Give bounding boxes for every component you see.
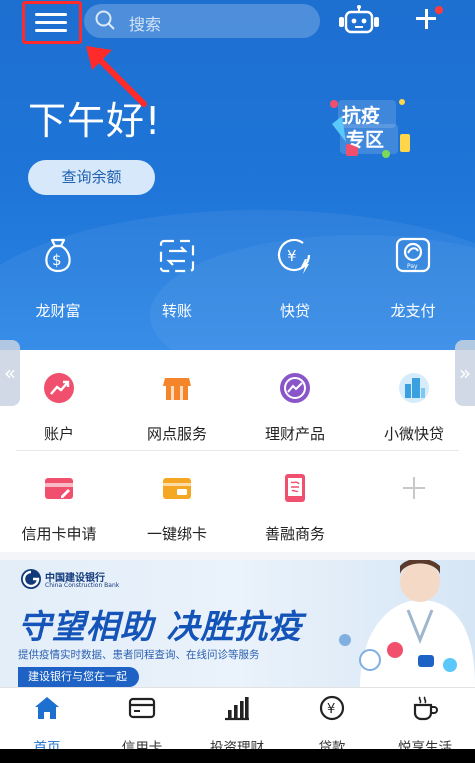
bank-name-english: China Construction Bank bbox=[45, 582, 120, 589]
search-icon bbox=[95, 10, 115, 30]
nav-credit-card[interactable]: 信用卡 bbox=[95, 694, 189, 756]
long-pay-icon: Pay bbox=[395, 237, 431, 273]
home-icon bbox=[35, 697, 59, 719]
coffee-icon bbox=[413, 696, 438, 721]
svg-text:$: $ bbox=[52, 251, 62, 269]
service-add-more[interactable] bbox=[355, 472, 473, 508]
service-label: 账户 bbox=[43, 425, 74, 443]
promo-badge-line1: 抗疫 bbox=[342, 104, 380, 127]
svg-text:Pay: Pay bbox=[407, 263, 418, 270]
quick-action-label: 龙支付 bbox=[390, 302, 436, 320]
system-navigation-bar bbox=[0, 749, 475, 763]
promo-banner[interactable]: 中国建设银行 China Construction Bank 守望相助 决胜抗疫… bbox=[0, 560, 475, 687]
service-branch[interactable]: 网点服务 bbox=[118, 372, 236, 444]
robot-assistant-icon[interactable] bbox=[336, 4, 382, 38]
nav-loan[interactable]: ¥ 贷款 bbox=[285, 694, 379, 756]
check-balance-button[interactable]: 查询余额 bbox=[28, 160, 155, 195]
quick-action-label: 龙财富 bbox=[35, 302, 81, 320]
add-button[interactable] bbox=[412, 4, 443, 34]
banner-slogan: 守望相助 决胜抗疫 bbox=[18, 607, 303, 646]
nav-life[interactable]: 悦享生活 bbox=[378, 694, 472, 756]
ccb-logo-icon bbox=[21, 569, 41, 589]
promo-badge-line2: 专区 bbox=[346, 128, 384, 151]
service-label: 一键绑卡 bbox=[146, 525, 207, 543]
loan-yen-icon: ¥ bbox=[319, 695, 345, 721]
quick-action-long-pay[interactable]: Pay 龙支付 bbox=[373, 235, 453, 321]
svg-text:¥: ¥ bbox=[287, 247, 297, 265]
service-label: 理财产品 bbox=[264, 425, 325, 443]
doctor-illustration bbox=[339, 560, 475, 687]
quick-action-transfer[interactable]: 转账 bbox=[137, 235, 217, 321]
quick-action-label: 转账 bbox=[161, 302, 192, 320]
invest-chart-icon bbox=[225, 697, 249, 721]
service-label: 网点服务 bbox=[146, 425, 207, 443]
credit-card-icon bbox=[128, 697, 156, 719]
search-input[interactable]: 搜索 bbox=[84, 4, 320, 38]
chevron-right-icon: » bbox=[458, 361, 472, 385]
service-label: 信用卡申请 bbox=[21, 525, 97, 543]
service-bind-card[interactable]: 一键绑卡 bbox=[118, 472, 236, 544]
quick-action-quick-loan[interactable]: ¥ 快贷 bbox=[255, 235, 335, 321]
service-shanrong[interactable]: 善融商务 bbox=[236, 472, 354, 544]
wealth-product-icon bbox=[280, 373, 310, 403]
top-bar: 搜索 bbox=[0, 0, 475, 44]
service-label: 小微快贷 bbox=[383, 425, 444, 443]
transfer-icon bbox=[159, 239, 195, 273]
hamburger-icon bbox=[35, 13, 67, 16]
search-placeholder: 搜索 bbox=[129, 15, 162, 34]
svg-text:¥: ¥ bbox=[327, 702, 335, 717]
annotation-arrow-icon bbox=[86, 46, 147, 107]
bind-card-icon bbox=[163, 478, 191, 499]
anti-epidemic-promo-badge[interactable]: 抗疫 专区 bbox=[324, 94, 414, 162]
quick-action-long-wealth[interactable]: $ 龙财富 bbox=[18, 235, 98, 321]
hamburger-icon bbox=[35, 21, 67, 24]
service-grid: 账户 网点服务 理财产品 小微快贷 信用卡申请 一键绑卡 善融商务 bbox=[0, 350, 475, 552]
hero-panel: 搜索 下午好! 查询余额 抗疫 专区 $ 龙财富 转账 ¥ 快贷 Pay 龙支付 bbox=[0, 0, 475, 350]
shanrong-icon bbox=[285, 474, 305, 502]
service-label: 善融商务 bbox=[264, 525, 325, 543]
credit-card-apply-icon bbox=[45, 478, 73, 499]
service-wealth-products[interactable]: 理财产品 bbox=[236, 372, 354, 444]
small-loan-icon bbox=[399, 373, 429, 403]
nav-home[interactable]: 首页 bbox=[0, 694, 94, 756]
banner-subtitle: 提供疫情实时数据、患者同程查询、在线问诊等服务 bbox=[18, 649, 260, 661]
app-screen: 搜索 下午好! 查询余额 抗疫 专区 $ 龙财富 转账 ¥ 快贷 Pay 龙支付… bbox=[0, 0, 475, 763]
money-bag-icon: $ bbox=[45, 238, 71, 273]
branch-icon bbox=[163, 378, 191, 400]
plus-icon bbox=[424, 9, 428, 29]
menu-button[interactable] bbox=[22, 1, 82, 44]
plus-icon bbox=[403, 477, 425, 499]
grid-divider bbox=[16, 450, 459, 451]
quick-action-label: 快贷 bbox=[279, 302, 310, 320]
bottom-navigation: 首页 信用卡 投资理财 ¥ 贷款 悦享生活 bbox=[0, 687, 475, 756]
service-credit-card-apply[interactable]: 信用卡申请 bbox=[0, 472, 118, 544]
notification-dot bbox=[435, 6, 443, 14]
carousel-prev-tab[interactable]: « bbox=[0, 340, 20, 406]
hamburger-icon bbox=[35, 29, 67, 32]
carousel-next-tab[interactable]: » bbox=[455, 340, 475, 406]
chevron-left-icon: « bbox=[3, 361, 17, 385]
quick-loan-icon: ¥ bbox=[277, 238, 311, 274]
banner-tagline: 建设银行与您在一起 bbox=[18, 667, 139, 687]
nav-investment[interactable]: 投资理财 bbox=[190, 694, 284, 756]
account-icon bbox=[44, 373, 74, 403]
